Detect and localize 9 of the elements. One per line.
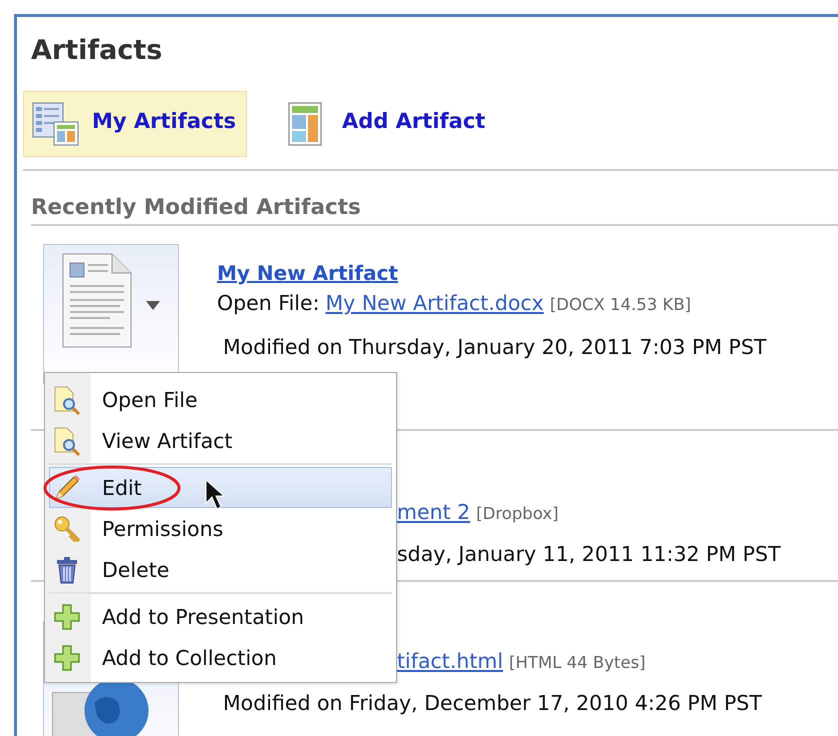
file-info: [DOCX 14.53 KB] xyxy=(550,295,692,314)
page-title: Artifacts xyxy=(31,34,164,68)
modified-date: Modified on Thursday, January 20, 2011 7:03 PM PST xyxy=(223,335,766,359)
modified-date: Modified on Friday, December 17, 2010 4:26 PM PST xyxy=(223,691,762,715)
open-file-label: Open File: xyxy=(217,291,320,315)
modified-date: sday, January 11, 2011 11:32 PM PST xyxy=(397,542,781,566)
file-info: [Dropbox] xyxy=(476,504,559,523)
file-info: [HTML 44 Bytes] xyxy=(509,653,646,672)
section-heading: Recently Modified Artifacts xyxy=(31,171,838,226)
